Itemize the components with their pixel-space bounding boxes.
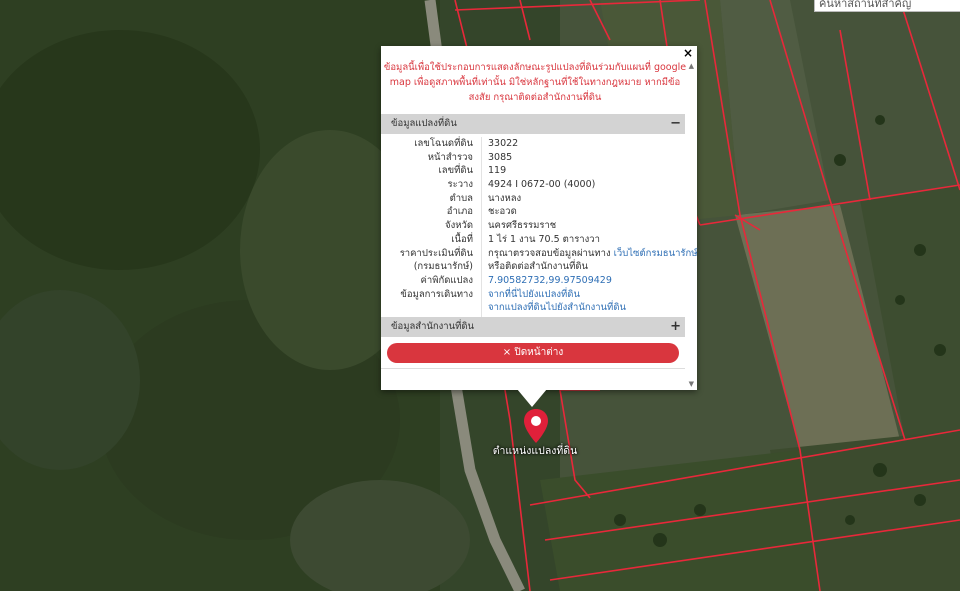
scroll-up-icon[interactable]: ▲	[689, 62, 694, 70]
parcel-info-popup: × ▲ ▼ ข้อมูลนี้เพื่อใช้ประกอบการแสดงลักษ…	[381, 46, 698, 390]
parcel-details: เลขโฉนดที่ดิน 33022 หน้าสำรวจ 3085 เลขที…	[381, 137, 698, 315]
row-directions-office: จากแปลงที่ดินไปยังสำนักงานที่ดิน	[381, 301, 685, 315]
office-section-title: ข้อมูลสำนักงานที่ดิน	[391, 321, 475, 332]
popup-pointer	[517, 389, 547, 407]
search-input[interactable]: ค้นหาสถานที่สำคัญ	[814, 0, 960, 12]
row-treasury-dept: (กรมธนารักษ์) หรือติดต่อสำนักงานที่ดิน	[413, 261, 589, 273]
parcel-section-title: ข้อมูลแปลงที่ดิน	[391, 118, 457, 129]
parcel-section-header[interactable]: ข้อมูลแปลงที่ดิน −	[381, 114, 685, 134]
close-icon[interactable]: ×	[683, 46, 693, 60]
row-land-number: เลขที่ดิน 119	[438, 165, 507, 177]
row-coordinates: ค่าพิกัดแปลง 7.90582732,99.97509429	[420, 274, 612, 286]
scroll-down-icon[interactable]: ▼	[689, 380, 694, 388]
office-section-header[interactable]: ข้อมูลสำนักงานที่ดิน +	[381, 317, 685, 337]
expand-icon[interactable]: +	[670, 317, 681, 337]
close-button-icon: ×	[502, 347, 512, 358]
row-province: จังหวัด นครศรีธรรมราช	[445, 220, 557, 232]
close-button-label: ปิดหน้าต่าง	[514, 347, 564, 358]
location-pin-icon[interactable]	[523, 408, 549, 444]
collapse-icon[interactable]: −	[670, 114, 681, 134]
coordinates-link[interactable]: 7.90582732,99.97509429	[488, 275, 612, 286]
row-directions: ข้อมูลการเดินทาง จากที่นี่ไปยังแปลงที่ดิ…	[400, 288, 580, 300]
row-district: อำเภอ ชะอวด	[446, 206, 517, 218]
row-deed-number: เลขโฉนดที่ดิน 33022	[414, 138, 519, 149]
treasury-website-link[interactable]: เว็บไซต์กรมธนารักษ์	[614, 248, 698, 259]
close-window-button[interactable]: × ปิดหน้าต่าง	[387, 343, 679, 363]
row-survey-page: หน้าสำรวจ 3085	[427, 151, 513, 163]
row-appraisal-price: ราคาประเมินที่ดิน กรุณาตรวจสอบข้อมูลผ่าน…	[399, 247, 698, 259]
row-area: เนื้อที่ 1 ไร่ 1 งาน 70.5 ตารางวา	[451, 233, 600, 245]
row-map-sheet: ระวาง 4924 I 0672-00 (4000)	[447, 179, 596, 191]
popup-footer-divider	[381, 368, 685, 369]
directions-to-office-link[interactable]: จากแปลงที่ดินไปยังสำนักงานที่ดิน	[488, 302, 626, 313]
row-subdistrict: ตำบล นางหลง	[449, 192, 522, 204]
disclaimer-notice: ข้อมูลนี้เพื่อใช้ประกอบการแสดงลักษณะรูปแ…	[383, 62, 687, 103]
directions-to-parcel-link[interactable]: จากที่นี่ไปยังแปลงที่ดิน	[488, 289, 580, 300]
marker-label: ตำแหน่งแปลงที่ดิน	[492, 445, 578, 457]
